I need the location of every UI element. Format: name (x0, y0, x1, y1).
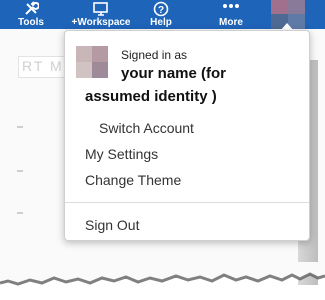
more-button[interactable]: More (214, 0, 248, 29)
sign-out-item[interactable]: Sign Out (85, 217, 139, 233)
user-name: your name (for (121, 65, 227, 82)
help-button[interactable]: ? Help (146, 0, 176, 29)
tools-label: Tools (18, 17, 44, 28)
top-toolbar: Tools +Workspace ? Help More (0, 0, 325, 29)
more-dots-icon (222, 1, 240, 14)
background-field-text: RT M (22, 58, 64, 74)
background-dash (17, 170, 23, 172)
user-avatar (76, 46, 108, 78)
switch-account-item[interactable]: Switch Account (99, 120, 194, 136)
change-theme-item[interactable]: Change Theme (85, 172, 181, 188)
my-settings-item[interactable]: My Settings (85, 146, 158, 162)
more-label: More (219, 17, 243, 28)
account-dropdown-menu: Signed in as your name (for assumed iden… (64, 30, 310, 241)
svg-text:?: ? (158, 5, 164, 16)
tools-button[interactable]: Tools (14, 0, 48, 29)
background-dash (17, 212, 23, 214)
menu-divider (65, 202, 309, 203)
user-name-continued: assumed identity ) (85, 88, 217, 105)
signed-in-label: Signed in as (121, 48, 188, 62)
background-dash (17, 126, 23, 128)
help-label: Help (150, 17, 172, 28)
torn-edge (0, 262, 325, 286)
add-workspace-button[interactable]: +Workspace (68, 0, 134, 29)
workspace-label: +Workspace (71, 17, 131, 28)
